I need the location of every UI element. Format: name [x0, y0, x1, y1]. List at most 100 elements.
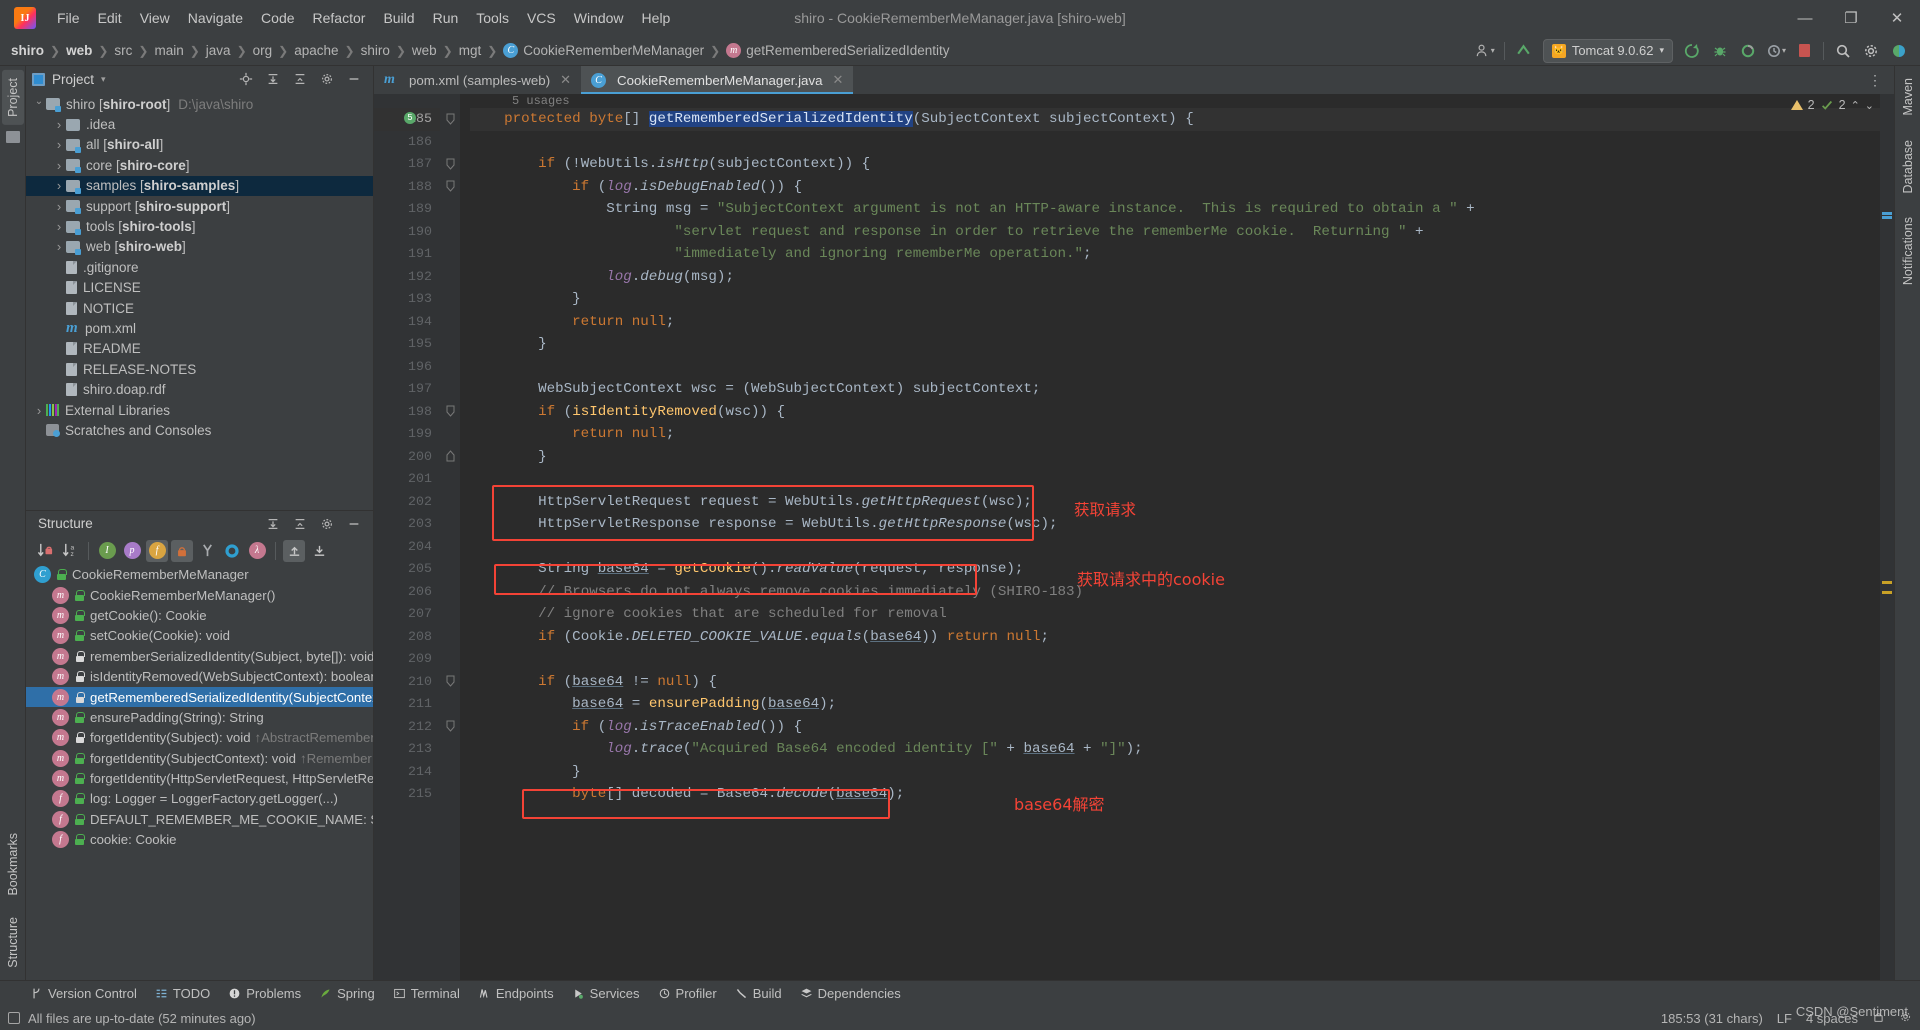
code-line[interactable]: log.trace("Acquired Base64 encoded ident… — [470, 738, 1880, 761]
chevron-down-icon[interactable] — [32, 99, 46, 110]
project-tree-row[interactable]: all [shiro-all] — [26, 135, 373, 155]
show-inherited-icon[interactable]: I — [96, 540, 118, 562]
code-line[interactable]: if (Cookie.DELETED_COOKIE_VALUE.equals(b… — [470, 626, 1880, 649]
project-tree-row[interactable]: External Libraries — [26, 400, 373, 420]
project-tree-row[interactable]: tools [shiro-tools] — [26, 216, 373, 236]
code-line[interactable]: "servlet request and response in order t… — [470, 221, 1880, 244]
code-area[interactable]: 5 usages protected byte[] getRememberedS… — [460, 94, 1880, 980]
code-line[interactable]: log.debug(msg); — [470, 266, 1880, 289]
code-line[interactable]: } — [470, 288, 1880, 311]
project-tree-row[interactable]: NOTICE — [26, 298, 373, 318]
structure-row[interactable]: C CookieRememberMeManager — [26, 565, 373, 585]
line-number[interactable]: 200 — [374, 446, 440, 469]
line-number[interactable]: 201 — [374, 468, 440, 491]
caret-position[interactable]: 185:53 (31 chars) — [1661, 1011, 1763, 1026]
code-line[interactable]: HttpServletResponse response = WebUtils.… — [470, 513, 1880, 536]
bottom-tab-terminal[interactable]: Terminal — [393, 986, 460, 1001]
project-tree-row[interactable]: LICENSE — [26, 278, 373, 298]
menu-build[interactable]: Build — [374, 6, 423, 30]
user-profile-icon[interactable]: ▾ — [1472, 39, 1498, 63]
stripe-tab-structure[interactable]: Structure — [2, 909, 24, 976]
stripe-tab-bookmarks[interactable]: Bookmarks — [2, 825, 24, 904]
line-number[interactable]: 209 — [374, 648, 440, 671]
chevron-up-icon[interactable]: ⌃ — [1851, 99, 1860, 112]
breadcrumb-item-shiro[interactable]: shiro — [8, 42, 47, 59]
line-number[interactable]: 202 — [374, 491, 440, 514]
menu-edit[interactable]: Edit — [89, 6, 131, 30]
sort-alphabetically-icon[interactable]: az — [59, 540, 81, 562]
line-number[interactable]: 210 — [374, 671, 440, 694]
code-fold-handle[interactable] — [440, 446, 460, 469]
menu-refactor[interactable]: Refactor — [304, 6, 375, 30]
code-line[interactable] — [470, 648, 1880, 671]
line-number-gutter[interactable]: 5 185 186 187 188 189 190 191 192 193 194 195 196 197… — [374, 94, 440, 980]
project-tree-row[interactable]: samples [shiro-samples] — [26, 175, 373, 196]
line-number[interactable]: 214 — [374, 761, 440, 784]
line-number[interactable]: 188 — [374, 176, 440, 199]
breadcrumb-item-org[interactable]: org — [250, 42, 276, 59]
code-fold-handle[interactable] — [440, 108, 460, 131]
expand-all-icon[interactable] — [283, 539, 305, 562]
stripe-tab-project[interactable]: Project — [1, 70, 24, 125]
structure-row[interactable]: f DEFAULT_REMEMBER_ME_COOKIE_NAME: String… — [26, 809, 373, 829]
project-tree-row[interactable]: m pom.xml — [26, 318, 373, 338]
code-line[interactable]: base64 = ensurePadding(base64); — [470, 693, 1880, 716]
project-tree-row[interactable]: .gitignore — [26, 257, 373, 277]
code-line[interactable]: // ignore cookies that are scheduled for… — [470, 603, 1880, 626]
inspection-widget[interactable]: 2 2 ⌃ ⌄ — [1790, 98, 1874, 112]
breadcrumb-item-method[interactable]: m getRememberedSerializedIdentity — [723, 42, 952, 59]
expand-all-icon[interactable] — [260, 67, 286, 91]
line-number[interactable]: 193 — [374, 288, 440, 311]
code-line[interactable]: if (!WebUtils.isHttp(subjectContext)) { — [470, 153, 1880, 176]
breadcrumb-item-shiro2[interactable]: shiro — [358, 42, 393, 59]
marker-info[interactable] — [1882, 212, 1892, 215]
marker-info-2[interactable] — [1882, 216, 1892, 219]
code-line[interactable]: return null; — [470, 423, 1880, 446]
tab-pom-xml[interactable]: m pom.xml (samples-web) ✕ — [374, 66, 581, 94]
structure-row[interactable]: m CookieRememberMeManager() — [26, 585, 373, 605]
show-fields-icon[interactable]: f — [146, 539, 168, 562]
project-tree[interactable]: shiro [shiro-root] D:\java\shiro .idea all … — [26, 92, 373, 510]
show-interfaces-icon[interactable] — [221, 540, 243, 562]
chevron-right-icon[interactable] — [52, 137, 66, 152]
structure-row[interactable]: m forgetIdentity(SubjectContext): void ↑Re… — [26, 748, 373, 768]
structure-row[interactable]: m forgetIdentity(Subject): void ↑AbstractR… — [26, 728, 373, 748]
selected-token[interactable]: getRememberedSerializedIdentity — [648, 111, 913, 127]
close-icon[interactable]: ✕ — [560, 72, 571, 88]
menu-navigate[interactable]: Navigate — [179, 6, 252, 30]
marker-warning[interactable] — [1882, 581, 1892, 584]
locate-icon[interactable] — [233, 67, 259, 91]
line-separator[interactable]: LF — [1777, 1011, 1792, 1026]
bottom-tab-version-control[interactable]: Version Control — [30, 986, 137, 1001]
bottom-tab-dependencies[interactable]: Dependencies — [800, 986, 901, 1001]
search-icon[interactable] — [1830, 39, 1856, 63]
debug-icon[interactable] — [1707, 39, 1733, 63]
collapse-all-icon[interactable] — [287, 512, 313, 536]
structure-row[interactable]: m getRememberedSerializedIdentity(Subject… — [26, 686, 373, 708]
code-line[interactable] — [470, 468, 1880, 491]
breadcrumb-item-java[interactable]: java — [203, 42, 234, 59]
code-fold-handle[interactable] — [440, 153, 460, 176]
usage-hint[interactable]: 5 usages — [512, 94, 570, 108]
code-line[interactable]: byte[] decoded = Base64.decode(base64); — [470, 783, 1880, 806]
structure-row[interactable]: f log: Logger = LoggerFactory.getLogger(.… — [26, 789, 373, 809]
tab-cookierememberememanager-java[interactable]: C CookieRememberMeManager.java ✕ — [581, 66, 854, 94]
code-fold-handle[interactable] — [440, 401, 460, 424]
code-line[interactable]: if (log.isTraceEnabled()) { — [470, 716, 1880, 739]
profiler-icon[interactable]: ▾ — [1763, 39, 1789, 63]
project-tree-row[interactable]: Scratches and Consoles — [26, 420, 373, 440]
chevron-down-icon[interactable]: ⌄ — [1865, 99, 1874, 112]
chevron-right-icon[interactable] — [52, 158, 66, 173]
run-icon[interactable] — [1679, 39, 1705, 63]
line-number[interactable]: 194 — [374, 311, 440, 334]
update-arrow-icon[interactable] — [1511, 39, 1537, 63]
bottom-tab-endpoints[interactable]: Endpoints — [478, 986, 554, 1001]
line-number[interactable]: 215 — [374, 783, 440, 806]
ide-icon[interactable] — [1886, 39, 1912, 63]
chevron-right-icon[interactable] — [52, 178, 66, 193]
more-options-icon[interactable]: ⋮ — [1862, 68, 1888, 92]
project-tree-row[interactable]: .idea — [26, 114, 373, 134]
bottom-tab-problems[interactable]: Problems — [228, 986, 301, 1001]
project-tree-row[interactable]: shiro.doap.rdf — [26, 379, 373, 399]
line-number[interactable]: 186 — [374, 131, 440, 154]
